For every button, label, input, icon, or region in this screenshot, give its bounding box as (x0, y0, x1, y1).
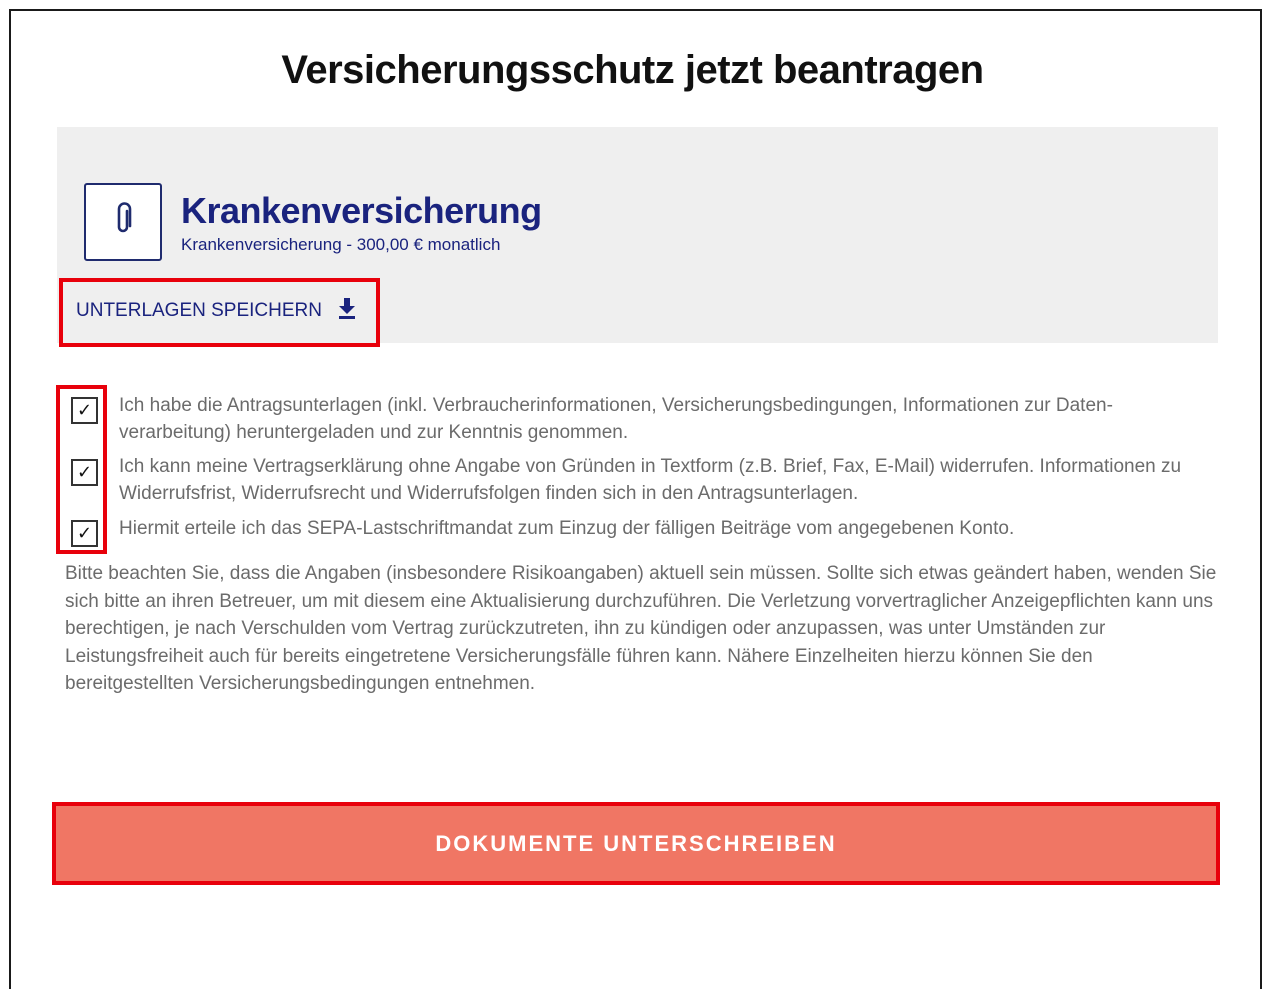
consent-checkbox-revocation[interactable]: ✓ (71, 459, 98, 486)
save-documents-button[interactable]: UNTERLAGEN SPEICHERN (76, 296, 358, 326)
download-icon (336, 296, 358, 326)
checkmark: ✓ (76, 400, 93, 420)
consent-checkbox-documents[interactable]: ✓ (71, 397, 98, 424)
consent-text-sepa: Hiermit erteile ich das SEPA-Lastschrift… (119, 518, 1015, 539)
checkmark: ✓ (76, 523, 93, 543)
checkmark: ✓ (76, 462, 93, 482)
paperclip-icon (111, 201, 135, 243)
page-title: Versicherungsschutz jetzt beantragen (281, 48, 984, 92)
product-name: Krankenversicherung (181, 190, 542, 231)
notice-text: Bitte beachten Sie, dass die Angaben (in… (65, 563, 1217, 694)
consent-text-revocation: Ich kann meine Vertragserklärung ohne An… (119, 456, 1182, 504)
sign-documents-button[interactable]: DOKUMENTE UNTERSCHREIBEN (56, 806, 1216, 881)
consent-checkbox-sepa[interactable]: ✓ (71, 520, 98, 547)
save-documents-label: UNTERLAGEN SPEICHERN (76, 300, 322, 321)
consent-text-documents: Ich habe die Antragsunterlagen (inkl. Ve… (119, 395, 1113, 443)
product-subtitle: Krankenversicherung - 300,00 € monatlich (181, 235, 501, 254)
product-icon-box (84, 183, 162, 261)
